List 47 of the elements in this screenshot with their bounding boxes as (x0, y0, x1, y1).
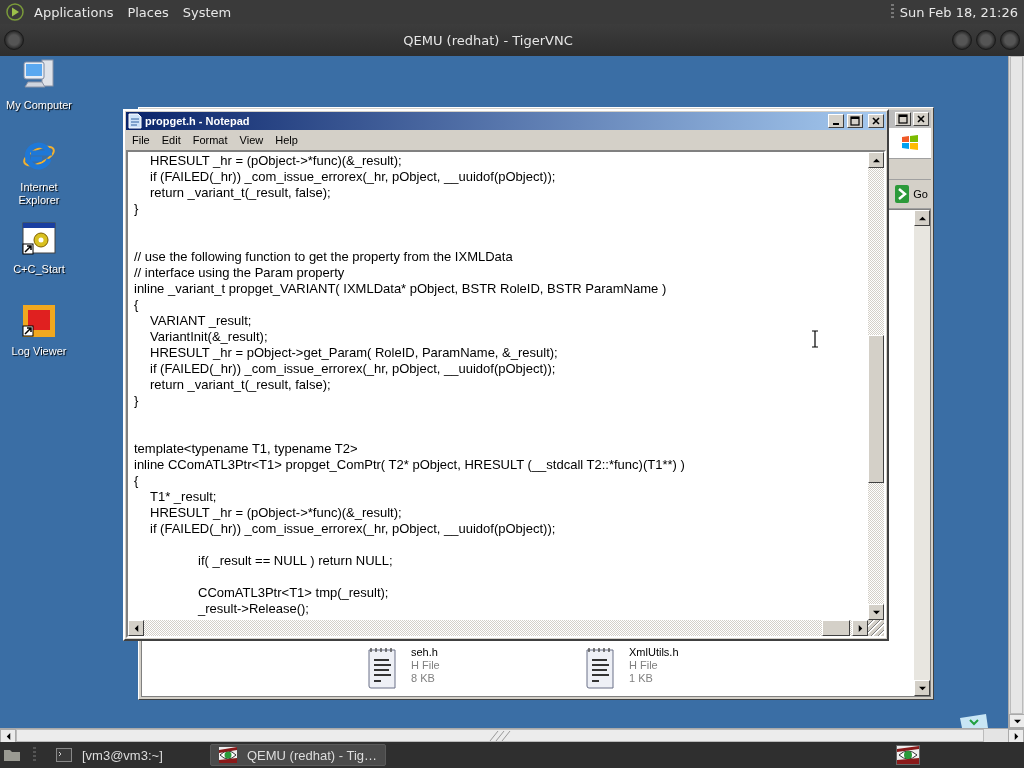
code-line: if( _result == NULL ) return NULL; (197, 553, 393, 569)
code-line: inline CComATL3Ptr<T1> propget_ComPtr( T2* pObject, HRESULT (__stdcall T2::*func)(T1**) ) (134, 457, 685, 473)
code-line: inline _variant_t propget_VARIANT( IXMLData* pObject, BSTR RoleID, BSTR ParamName ) (134, 281, 667, 297)
code-line: return _variant_t(_result, false); (149, 185, 331, 201)
taskbar-button[interactable]: [vm3@vm3:~] (48, 744, 198, 766)
window-title: propget.h - Notepad (145, 115, 250, 127)
desktop-icon-label[interactable]: Log Viewer (4, 345, 74, 358)
desktop-icon-label[interactable]: My Computer (4, 99, 74, 112)
code-line: if (FAILED(_hr)) _com_issue_errorex(_hr, pObject, __uuidof(pObject)); (149, 169, 556, 185)
desktop-icon-label[interactable]: Internet Explorer (4, 181, 74, 207)
panel-menu[interactable]: System (182, 4, 232, 20)
code-line: VARIANT _result; (149, 313, 252, 329)
code-line: if (FAILED(_hr)) _com_issue_errorex(_hr, pObject, __uuidof(pObject)); (149, 521, 556, 537)
file-name[interactable]: seh.h (411, 646, 440, 659)
code-line: T1* _result; (149, 489, 217, 505)
file-type: H File (629, 659, 659, 672)
code-line: return _variant_t(_result, false); (149, 377, 331, 393)
code-line: VariantInit(&_result); (149, 329, 268, 345)
menu-item[interactable]: Help (275, 134, 298, 146)
menu-item[interactable]: Edit (161, 134, 181, 146)
panel-menu[interactable]: Places (127, 4, 169, 20)
desktop-icon-label[interactable]: C+C_Start (4, 263, 74, 276)
menu-item[interactable]: View (239, 134, 264, 146)
file-type: H File (411, 659, 440, 672)
clock[interactable]: Sun Feb 18, 21:26 (899, 4, 1018, 20)
file-size: 1 KB (629, 672, 654, 685)
code-line: // use the following function to get the property from the IXMLData (134, 249, 513, 265)
go-button[interactable]: Go (895, 185, 930, 203)
taskbar-button[interactable]: QEMU (redhat) - Tig… (210, 744, 387, 766)
code-line: template<typename T1, typename T2> (134, 441, 358, 457)
code-line: _result->Release(); (196, 601, 309, 617)
code-line: } (134, 393, 139, 409)
code-line: CComATL3Ptr<T1> tmp(_result); (197, 585, 389, 601)
code-line: HRESULT _hr = pObject->get_Param( RoleID, ParamName, &_result); (149, 345, 558, 361)
menu-item[interactable]: Format (192, 134, 228, 146)
window-title: QEMU (redhat) - TigerVNC (402, 32, 574, 48)
file-name[interactable]: XmlUtils.h (629, 646, 679, 659)
code-line: { (134, 473, 139, 489)
file-size: 8 KB (411, 672, 436, 685)
code-line: // interface using the Param property (134, 265, 345, 281)
code-line: HRESULT _hr = (pObject->*func)(&_result); (149, 505, 402, 521)
code-line: { (134, 297, 139, 313)
code-line: if (FAILED(_hr)) _com_issue_errorex(_hr, pObject, __uuidof(pObject)); (149, 361, 556, 377)
menu-item[interactable]: File (132, 134, 150, 146)
code-line: HRESULT _hr = (pObject->*func)(&_result); (149, 153, 402, 169)
code-line: } (134, 201, 139, 217)
panel-menu[interactable]: Applications (34, 4, 114, 20)
